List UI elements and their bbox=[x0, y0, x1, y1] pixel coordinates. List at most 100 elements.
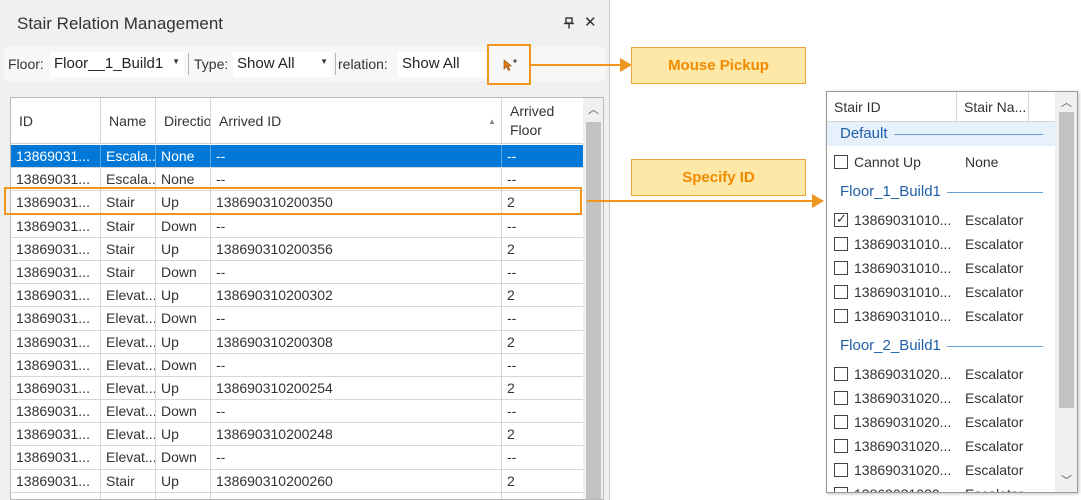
list-item[interactable]: 13869031020... Escalator bbox=[827, 459, 1055, 483]
item-checkbox[interactable] bbox=[834, 309, 848, 323]
item-checkbox[interactable] bbox=[834, 261, 848, 275]
item-checkbox[interactable] bbox=[834, 367, 848, 381]
item-stair-id: 13869031020... bbox=[854, 462, 952, 478]
group-title: Floor_2_Build1 bbox=[840, 337, 941, 354]
table-row[interactable]: 13869031... Elevat... Up 138690310200254 2 bbox=[11, 376, 583, 401]
list-item[interactable]: 13869031020... Escalator bbox=[827, 435, 1055, 459]
type-select-value: Show All bbox=[237, 55, 295, 72]
list-item[interactable]: 13869031010... Escalator bbox=[827, 305, 1055, 329]
cell-arrived-floor: 2 bbox=[507, 472, 515, 489]
cell-id: 13869031... bbox=[11, 145, 101, 168]
item-checkbox[interactable] bbox=[834, 391, 848, 405]
cell-arrived-floor: -- bbox=[507, 356, 517, 373]
table-row[interactable]: 13869031... Stair Up 138690310200260 2 bbox=[11, 469, 583, 493]
close-icon[interactable]: ✕ bbox=[584, 13, 597, 33]
table-row[interactable]: 13869031... Stair Down -- -- bbox=[11, 214, 583, 238]
item-checkbox[interactable] bbox=[834, 285, 848, 299]
item-checkbox[interactable] bbox=[834, 415, 848, 429]
list-item[interactable]: 13869031010... Escalator bbox=[827, 257, 1055, 281]
table-row[interactable]: 13869031... Elevat... Down -- -- bbox=[11, 446, 583, 470]
item-checkbox[interactable] bbox=[834, 155, 848, 169]
scrollbar-thumb[interactable] bbox=[586, 122, 601, 499]
cell-id: 13869031... bbox=[11, 214, 101, 237]
cell-name: Elevat... bbox=[101, 330, 156, 353]
column-header-arrived-id[interactable]: Arrived ID bbox=[211, 98, 502, 144]
item-stair-id: 13869031010... bbox=[854, 284, 952, 300]
cell-arrived-id: -- bbox=[211, 307, 502, 330]
cell-id: 13869031... bbox=[11, 307, 101, 330]
floor-select[interactable]: Floor__1_Build1 ▼ bbox=[50, 52, 184, 77]
stair-id-dropdown: Stair ID Stair Na... Default Cannot Up Non… bbox=[826, 91, 1078, 493]
table-row[interactable]: 13869031... Elevat... Down -- -- bbox=[11, 353, 583, 377]
relation-select[interactable]: Show All ▼ bbox=[398, 52, 497, 77]
cell-name: Stair bbox=[101, 492, 156, 499]
cell-name: Elevat... bbox=[101, 400, 156, 423]
table-row[interactable]: 13869031... Stair Up 138690310200356 2 bbox=[11, 237, 583, 261]
cell-name: Stair bbox=[101, 469, 156, 492]
item-stair-id: Cannot Up bbox=[854, 154, 921, 170]
dropdown-scrollbar[interactable]: ︿ ﹀ bbox=[1055, 92, 1077, 492]
table-row[interactable]: 13869031... Escala... None -- -- bbox=[11, 145, 583, 169]
item-checkbox[interactable] bbox=[834, 439, 848, 453]
table-row[interactable]: 13869031... Elevat... Down -- -- bbox=[11, 400, 583, 424]
item-checkbox[interactable] bbox=[834, 487, 848, 492]
item-stair-id: 13869031010... bbox=[854, 212, 952, 228]
cell-id: 13869031... bbox=[11, 376, 101, 400]
column-header-name[interactable]: Name bbox=[101, 98, 156, 144]
table-row[interactable]: 13869031... Elevat... Up 138690310200308 2 bbox=[11, 330, 583, 354]
type-select[interactable]: Show All ▼ bbox=[233, 52, 332, 77]
column-header-arrived-floor[interactable]: Arrived Floor bbox=[502, 98, 583, 144]
list-item[interactable]: 13869031020... Escalator bbox=[827, 363, 1055, 387]
item-stair-id: 13869031020... bbox=[854, 438, 952, 454]
cell-arrived-floor: -- bbox=[507, 449, 517, 466]
cell-arrived-id: -- bbox=[211, 260, 502, 284]
list-item[interactable]: 13869031010... Escalator bbox=[827, 209, 1055, 233]
cell-arrived-id: -- bbox=[211, 446, 502, 469]
list-item[interactable]: 13869031020... Escalator bbox=[827, 483, 1055, 492]
mouse-pickup-button[interactable] bbox=[487, 44, 531, 85]
list-item[interactable]: 13869031010... Escalator bbox=[827, 233, 1055, 257]
scrollbar-thumb[interactable] bbox=[1059, 112, 1074, 408]
list-item[interactable]: 13869031020... Escalator bbox=[827, 411, 1055, 435]
grid-header: ID Name Directio Arrived ID ▲ Arrived Flo… bbox=[11, 98, 583, 144]
list-item[interactable]: 13869031010... Escalator bbox=[827, 281, 1055, 305]
item-checkbox[interactable] bbox=[834, 211, 848, 227]
item-stair-name: Escalator bbox=[965, 438, 1024, 454]
item-stair-name: Escalator bbox=[965, 366, 1024, 382]
column-header-stair-id[interactable]: Stair ID bbox=[827, 92, 957, 122]
table-row[interactable]: 13869031... Elevat... Up 138690310200248 2 bbox=[11, 423, 583, 447]
cell-arrived-floor: 2 bbox=[507, 287, 515, 304]
cell-id: 13869031... bbox=[11, 353, 101, 376]
specify-id-highlight bbox=[4, 187, 582, 215]
table-row[interactable]: 13869031... Elevat... Up 138690310200302 2 bbox=[11, 284, 583, 308]
item-stair-name: None bbox=[965, 154, 999, 170]
specify-arrow-line bbox=[587, 200, 815, 202]
scroll-up-icon[interactable]: ︿ bbox=[1061, 94, 1072, 110]
stair-relation-panel: Stair Relation Management ✕ Floor: Floor… bbox=[0, 0, 610, 500]
scroll-up-icon[interactable]: ︿ bbox=[588, 101, 599, 117]
cell-arrived-floor bbox=[502, 493, 583, 499]
column-header-stair-name[interactable]: Stair Na... bbox=[957, 92, 1029, 122]
table-row[interactable]: 13869031...StairDown bbox=[11, 492, 583, 499]
table-row[interactable]: 13869031... Stair Down -- -- bbox=[11, 260, 583, 285]
item-checkbox[interactable] bbox=[834, 237, 848, 251]
list-item[interactable]: Cannot Up None bbox=[827, 151, 1055, 175]
cell-id: 13869031... bbox=[11, 469, 101, 492]
pin-icon[interactable] bbox=[563, 17, 575, 29]
cell-name: Stair bbox=[101, 237, 156, 260]
column-header-id[interactable]: ID bbox=[11, 98, 101, 144]
scroll-down-icon[interactable]: ﹀ bbox=[1061, 472, 1072, 488]
relation-select-value: Show All bbox=[402, 55, 460, 72]
cell-name: Elevat... bbox=[101, 376, 156, 400]
group-header: Default bbox=[827, 122, 1055, 146]
panel-title: Stair Relation Management bbox=[17, 14, 224, 33]
cell-id: 13869031... bbox=[11, 423, 101, 446]
column-header-direction[interactable]: Directio bbox=[156, 98, 211, 144]
cell-arrived-floor: -- bbox=[507, 263, 517, 280]
list-item[interactable]: 13869031020... Escalator bbox=[827, 387, 1055, 411]
cell-name: Elevat... bbox=[101, 307, 156, 330]
item-checkbox[interactable] bbox=[834, 463, 848, 477]
grid-scrollbar[interactable]: ︿ bbox=[583, 98, 603, 499]
table-row[interactable]: 13869031... Elevat... Down -- -- bbox=[11, 307, 583, 331]
cell-direction: None bbox=[156, 145, 211, 168]
